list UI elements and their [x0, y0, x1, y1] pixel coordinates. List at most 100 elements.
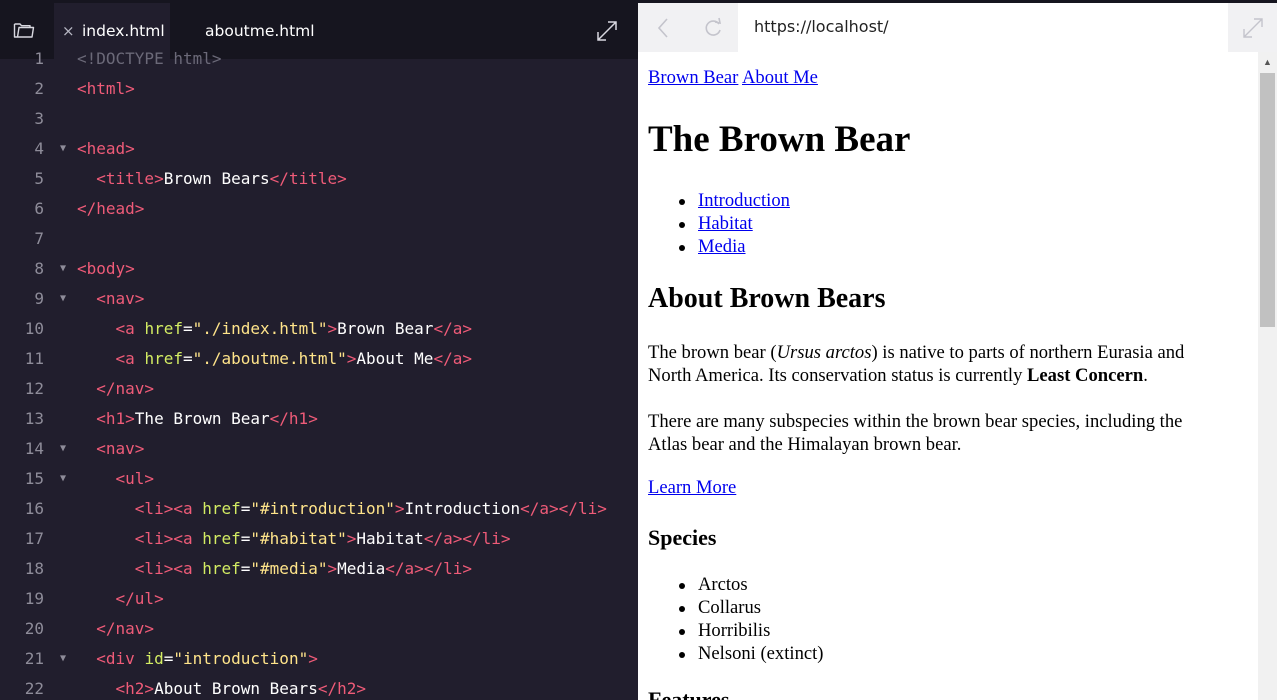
- code-text: <html>: [77, 79, 135, 98]
- code-text: <head>: [77, 139, 135, 158]
- code-line[interactable]: 3: [0, 104, 638, 134]
- folder-icon: [13, 22, 35, 38]
- code-line[interactable]: 2 <html>: [0, 74, 638, 104]
- browser-preview: https://localhost/ Brown Bear About Me T…: [638, 0, 1277, 700]
- fold-toggle-icon[interactable]: ▼: [60, 254, 66, 284]
- code-text: </ul>: [115, 589, 164, 608]
- italic-text: Ursus arctos: [776, 342, 872, 363]
- code-line[interactable]: 14 ▼ <nav>: [0, 434, 638, 464]
- species-item: Arctos: [698, 574, 748, 595]
- code-line[interactable]: 19 </ul>: [0, 584, 638, 614]
- scroll-up-arrow-icon[interactable]: ▲: [1258, 52, 1277, 71]
- species-item: Horribilis: [698, 620, 771, 641]
- toc-link-media[interactable]: Media: [698, 236, 746, 258]
- close-icon[interactable]: ×: [62, 22, 82, 40]
- code-line[interactable]: 20 </nav>: [0, 614, 638, 644]
- code-text: </nav>: [96, 379, 155, 398]
- bullet: [679, 222, 685, 228]
- text: ) is native to parts of northern Eurasia…: [871, 342, 1185, 363]
- line-number: 1: [34, 49, 44, 68]
- line-number: 6: [34, 199, 44, 218]
- species-item: Nelsoni (extinct): [698, 643, 824, 664]
- code-line[interactable]: 22 <h2>About Brown Bears</h2>: [0, 674, 638, 700]
- code-line[interactable]: 6 </head>: [0, 194, 638, 224]
- paragraph-line: There are many subspecies within the bro…: [648, 411, 1183, 432]
- page-scrollbar[interactable]: ▲: [1258, 52, 1277, 700]
- url-bar[interactable]: https://localhost/: [738, 3, 1228, 52]
- line-number: 13: [24, 409, 44, 428]
- code-text: <div id="introduction">: [96, 649, 318, 668]
- page-viewport[interactable]: Brown Bear About Me The Brown Bear Intro…: [638, 52, 1277, 700]
- code-text: <ul>: [115, 469, 155, 488]
- code-line[interactable]: 17 <li><a href="#habitat">Habitat</a></l…: [0, 524, 638, 554]
- line-number: 3: [34, 109, 44, 128]
- line-number: 16: [24, 499, 44, 518]
- code-text: <li><a href="#introduction">Introduction…: [134, 499, 607, 518]
- code-line[interactable]: 21 ▼ <div id="introduction">: [0, 644, 638, 674]
- line-number: 4: [34, 139, 44, 158]
- bullet: [679, 199, 685, 205]
- toc-link-habitat[interactable]: Habitat: [698, 213, 753, 235]
- code-line[interactable]: 11 <a href="./aboutme.html">About Me</a>: [0, 344, 638, 374]
- fold-toggle-icon[interactable]: ▼: [60, 464, 66, 494]
- code-line[interactable]: 8 ▼ <body>: [0, 254, 638, 284]
- code-line[interactable]: 7: [0, 224, 638, 254]
- reload-button[interactable]: [688, 3, 738, 52]
- code-text: <nav>: [96, 439, 145, 458]
- line-number: 7: [34, 229, 44, 248]
- code-line[interactable]: 15 ▼ <ul>: [0, 464, 638, 494]
- tab-label: aboutme.html: [205, 22, 315, 40]
- code-line[interactable]: 4 ▼ <head>: [0, 134, 638, 164]
- learn-more-link[interactable]: Learn More: [648, 477, 736, 499]
- bullet: [679, 583, 685, 589]
- code-line[interactable]: 10 <a href="./index.html">Brown Bear</a>: [0, 314, 638, 344]
- line-number: 12: [24, 379, 44, 398]
- section-heading: About Brown Bears: [648, 283, 886, 314]
- line-number: 2: [34, 79, 44, 98]
- popout-button[interactable]: [1228, 3, 1277, 52]
- code-editor[interactable]: × index.html aboutme.html 1 <!DOCTYPE htm…: [0, 0, 638, 700]
- line-number: 8: [34, 259, 44, 278]
- fold-toggle-icon[interactable]: ▼: [60, 644, 66, 674]
- code-text: <body>: [77, 259, 135, 278]
- code-text: <nav>: [96, 289, 145, 308]
- line-number: 15: [24, 469, 44, 488]
- fold-toggle-icon[interactable]: ▼: [60, 434, 66, 464]
- code-line[interactable]: 18 <li><a href="#media">Media</a></li>: [0, 554, 638, 584]
- code-line[interactable]: 9 ▼ <nav>: [0, 284, 638, 314]
- text: North America. Its conservation status i…: [648, 365, 1028, 386]
- code-line[interactable]: 12 </nav>: [0, 374, 638, 404]
- line-number: 10: [24, 319, 44, 338]
- code-line[interactable]: 16 <li><a href="#introduction">Introduct…: [0, 494, 638, 524]
- fold-toggle-icon[interactable]: ▼: [60, 284, 66, 314]
- species-item: Collarus: [698, 597, 762, 618]
- top-nav: Brown Bear About Me: [648, 67, 818, 89]
- line-number: 11: [24, 349, 44, 368]
- code-line[interactable]: 13 <h1>The Brown Bear</h1>: [0, 404, 638, 434]
- code-text: </head>: [77, 199, 145, 218]
- page-heading: The Brown Bear: [648, 119, 911, 160]
- line-number: 22: [24, 679, 44, 698]
- code-text: <h1>The Brown Bear</h1>: [96, 409, 318, 428]
- reload-icon: [705, 17, 722, 36]
- code-text: <li><a href="#habitat">Habitat</a></li>: [134, 529, 511, 548]
- bullet: [679, 652, 685, 658]
- nav-link-brown-bear[interactable]: Brown Bear: [648, 67, 738, 88]
- scrollbar-thumb[interactable]: [1260, 73, 1275, 327]
- bold-text: Least Concern: [1027, 365, 1144, 386]
- code-line[interactable]: 1 <!DOCTYPE html>: [0, 44, 638, 74]
- nav-link-about-me[interactable]: About Me: [742, 67, 818, 88]
- bullet: [679, 606, 685, 612]
- code-text: <a href="./index.html">Brown Bear</a>: [115, 319, 472, 338]
- fold-toggle-icon[interactable]: ▼: [60, 134, 66, 164]
- popout-icon: [1242, 17, 1263, 38]
- code-line[interactable]: 5 <title>Brown Bears</title>: [0, 164, 638, 194]
- back-button[interactable]: [638, 3, 688, 52]
- line-number: 19: [24, 589, 44, 608]
- text: .: [1143, 365, 1148, 386]
- toc-link-introduction[interactable]: Introduction: [698, 190, 790, 212]
- code-text: <!DOCTYPE html>: [77, 49, 222, 68]
- paragraph-line: Atlas bear and the Himalayan brown bear.: [648, 434, 962, 455]
- code-text: <h2>About Brown Bears</h2>: [115, 679, 366, 698]
- line-number: 14: [24, 439, 44, 458]
